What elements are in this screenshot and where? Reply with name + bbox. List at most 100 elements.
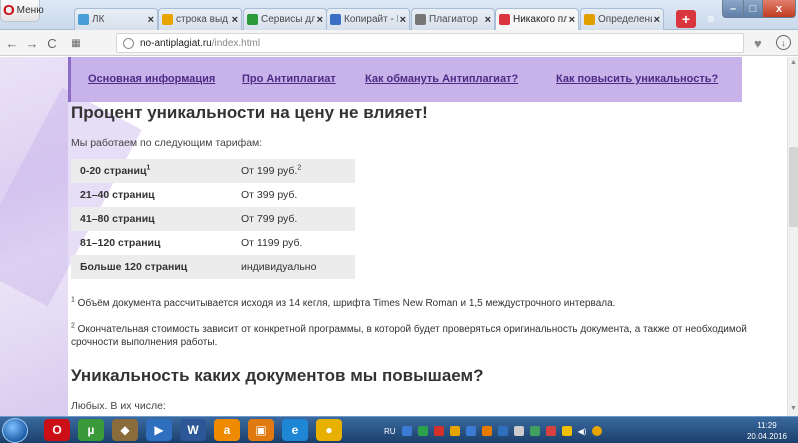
tab-title: Сервисы дл	[261, 14, 315, 25]
minimize-button[interactable]: –	[722, 0, 744, 18]
windows-taskbar: Oµ ◆ ▶ Wa ▣ e ● RU ◀) 11:29 20.04.2016	[0, 416, 798, 443]
tab-favicon-icon	[415, 14, 426, 25]
nav-link-increase-uniqueness[interactable]: Как повысить уникальность?	[556, 73, 718, 85]
nav-link-how-to-trick[interactable]: Как обмануть Антиплагиат?	[365, 73, 518, 85]
tray-icon[interactable]	[529, 426, 540, 436]
tab-close-icon[interactable]: ×	[569, 14, 575, 26]
tray-icon[interactable]	[513, 426, 524, 436]
pages-cell: 41–80 страниц	[71, 207, 232, 231]
tab-close-icon[interactable]: ×	[148, 14, 154, 26]
pages-cell: 81–120 страниц	[80, 237, 161, 249]
torrent-taskbar-icon[interactable]: µ	[78, 419, 104, 441]
footnote-1: 1 Объём документа рассчитывается исходя …	[71, 296, 616, 309]
tray-icon[interactable]	[561, 426, 572, 436]
site-info-icon[interactable]	[123, 37, 134, 49]
price-cell: От 199 руб.2	[232, 159, 355, 183]
tab-title: строка выд	[176, 14, 228, 25]
download-icon[interactable]: ↓	[776, 35, 791, 50]
clock[interactable]: 11:29 20.04.2016	[738, 420, 796, 442]
browser-tab[interactable]: строка выд ×	[158, 8, 242, 30]
main-content: Процент уникальности на цену не влияет! …	[71, 102, 787, 416]
url-host: no-antiplagiat.ru	[140, 37, 212, 49]
browser-tab[interactable]: ЛК ×	[74, 8, 158, 30]
nav-link-main-info[interactable]: Основная информация	[88, 73, 215, 85]
table-row: 21–40 страниц От 399 руб.	[71, 183, 355, 207]
site-navigation: Основная информация Про Антиплагиат Как …	[68, 57, 742, 102]
clock-date: 20.04.2016	[746, 432, 788, 441]
page-scrollbar[interactable]: ▲ ▼	[787, 57, 798, 416]
tab-close-icon[interactable]: ×	[485, 14, 491, 26]
page-viewport: Основная информация Про Антиплагиат Как …	[0, 57, 787, 416]
clock-time: 11:29	[757, 421, 777, 430]
maximize-button[interactable]: □	[743, 0, 763, 18]
opera-menu-button[interactable]: O Меню	[0, 0, 44, 22]
tab-favicon-icon	[78, 14, 89, 25]
tray-icon[interactable]	[465, 426, 476, 436]
tray-icon[interactable]	[592, 426, 603, 436]
reload-icon[interactable]: C	[44, 34, 60, 52]
page-title: Процент уникальности на цену не влияет!	[71, 103, 428, 122]
table-row: Больше 120 страниц индивидуально	[71, 255, 355, 279]
forward-arrow-icon[interactable]: →	[24, 34, 40, 52]
price-table: 0-20 страниц1 От 199 руб.2 21–40 страниц…	[71, 159, 355, 279]
pages-cell: 21–40 страниц	[80, 189, 155, 201]
tab-close-icon[interactable]: ×	[654, 14, 660, 26]
start-button[interactable]	[2, 418, 28, 443]
opera-taskbar-icon[interactable]: O	[44, 419, 70, 441]
documents-intro: Любых. В их числе:	[71, 400, 166, 412]
scroll-up-icon[interactable]: ▲	[790, 59, 797, 66]
tab-close-icon[interactable]: ×	[317, 14, 323, 26]
table-row: 0-20 страниц1 От 199 руб.2	[71, 159, 355, 183]
tray-icon[interactable]	[417, 426, 428, 436]
volume-icon[interactable]: ◀)	[578, 427, 587, 436]
tab-close-icon[interactable]: ×	[400, 14, 406, 26]
nav-link-about-antiplagiat[interactable]: Про Антиплагиат	[242, 73, 336, 85]
browser-tab-strip: O Меню ЛК × строка выд × Сервисы дл × Копирайт…	[0, 0, 798, 30]
opera-logo-icon: O	[3, 2, 15, 19]
table-row: 41–80 страниц От 799 руб.	[71, 207, 355, 231]
media-player-taskbar-icon[interactable]: ▶	[146, 419, 172, 441]
section-heading: Уникальность каких документов мы повышае…	[71, 366, 484, 385]
browser-tab[interactable]: Плагиатор ×	[411, 8, 495, 30]
ie-taskbar-icon[interactable]: e	[282, 419, 308, 441]
browser-tab[interactable]: Определени ×	[580, 8, 664, 30]
tray-icon[interactable]	[449, 426, 460, 436]
tray-icon[interactable]	[433, 426, 444, 436]
tab-favicon-icon	[499, 14, 510, 25]
browser-tab[interactable]: Никакого пл ×	[495, 8, 579, 30]
language-indicator[interactable]: RU	[384, 427, 396, 436]
tab-title: Плагиатор	[429, 14, 478, 25]
scroll-down-icon[interactable]: ▼	[790, 405, 797, 412]
tab-close-icon[interactable]: ×	[232, 14, 238, 26]
scroll-thumb[interactable]	[789, 147, 798, 227]
price-cell: От 799 руб.	[232, 207, 355, 231]
tab-menu-icon[interactable]: ≡	[702, 10, 720, 28]
tray-icon[interactable]	[481, 426, 492, 436]
pages-cell: Больше 120 страниц	[71, 255, 232, 279]
bookmark-heart-icon[interactable]: ♥	[754, 36, 762, 51]
tab-title: ЛК	[92, 14, 105, 25]
chrome-taskbar-icon[interactable]: ●	[316, 419, 342, 441]
url-path: /index.html	[211, 37, 261, 49]
price-cell: От 1199 руб.	[241, 237, 303, 249]
tab-favicon-icon	[247, 14, 258, 25]
gimp-taskbar-icon[interactable]: ◆	[112, 419, 138, 441]
speed-dial-icon[interactable]: ▦	[68, 34, 84, 52]
url-field[interactable]: no-antiplagiat.ru/index.html	[116, 33, 744, 53]
tariffs-intro: Мы работаем по следующим тарифам:	[71, 137, 263, 149]
tab-favicon-icon	[330, 14, 341, 25]
avast-taskbar-icon[interactable]: a	[214, 419, 240, 441]
tray-icon[interactable]	[497, 426, 508, 436]
browser-tab[interactable]: Копирайт - I ×	[326, 8, 410, 30]
pages-cell: 0-20 страниц1	[71, 159, 232, 183]
tray-icon[interactable]	[401, 426, 412, 436]
close-window-button[interactable]: x	[762, 0, 796, 18]
tab-title: Определени	[598, 14, 652, 25]
word-taskbar-icon[interactable]: W	[180, 419, 206, 441]
browser-tab[interactable]: Сервисы дл ×	[243, 8, 327, 30]
tab-favicon-icon	[162, 14, 173, 25]
tray-icon[interactable]	[545, 426, 556, 436]
files-taskbar-icon[interactable]: ▣	[248, 419, 274, 441]
back-arrow-icon[interactable]: ←	[4, 34, 20, 52]
new-tab-button[interactable]: +	[676, 10, 696, 28]
